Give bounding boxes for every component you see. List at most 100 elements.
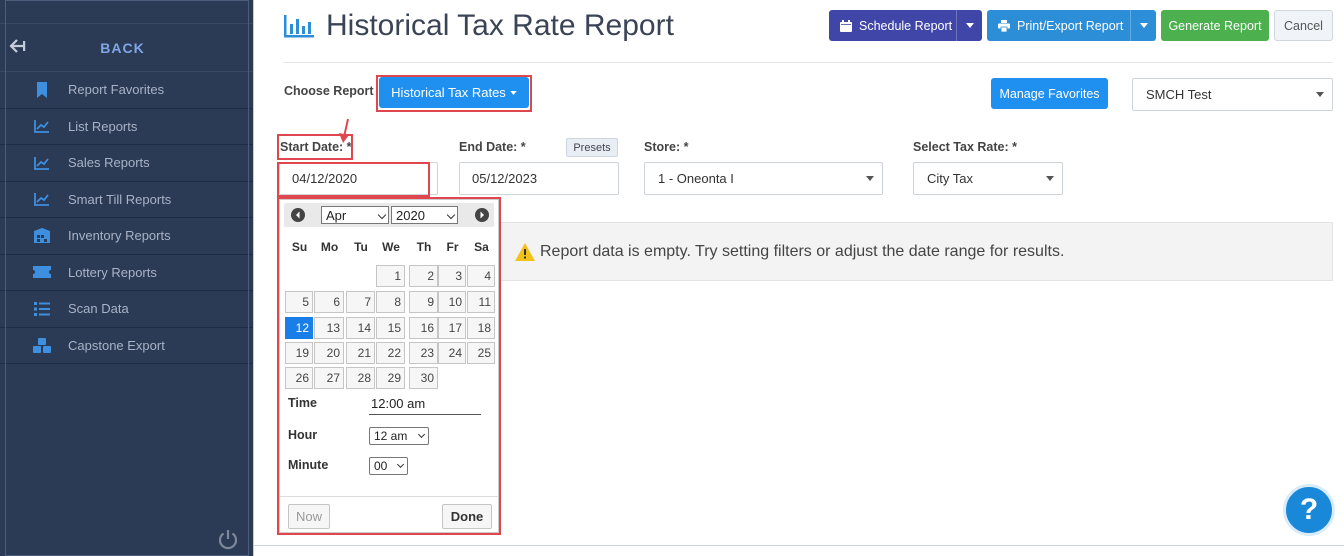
sidebar-item-capstone-export[interactable]: Capstone Export [0,328,253,364]
calendar-day[interactable]: 24 [438,342,466,364]
calendar-day[interactable]: 2 [409,265,438,287]
line-chart-icon [33,155,51,171]
bottom-divider [253,545,1344,546]
calendar-day[interactable]: 10 [438,291,466,313]
calendar-day[interactable]: 22 [376,342,405,364]
weekday-header: Sa [474,240,489,254]
calendar-day[interactable]: 1 [376,265,405,287]
sidebar-item-lottery-reports[interactable]: Lottery Reports [0,255,253,291]
year-select[interactable]: 2020 [391,206,458,224]
calendar-day[interactable]: 15 [376,317,405,339]
print-export-button[interactable]: Print/Export Report [987,10,1156,41]
datepicker-footer-divider [280,496,498,497]
calendar-day[interactable]: 7 [346,291,375,313]
tax-rate-label: Select Tax Rate: * [913,140,1017,154]
calendar-day[interactable]: 9 [409,291,438,313]
minute-label: Minute [288,458,329,472]
calendar-day[interactable]: 6 [314,291,344,313]
calendar-day[interactable]: 4 [467,265,495,287]
calendar-day[interactable]: 30 [409,367,438,389]
calendar-day[interactable]: 20 [314,342,344,364]
chevron-down-icon [377,210,387,220]
calendar-day[interactable]: 5 [285,291,313,313]
chevron-down-icon [417,430,426,439]
power-icon[interactable] [217,528,239,550]
print-dropdown-toggle[interactable] [1130,10,1156,41]
now-button[interactable]: Now [288,504,330,529]
warning-icon [515,242,535,261]
weekday-header: Fr [446,240,459,254]
sidebar-item-scan-data[interactable]: Scan Data [0,291,253,328]
weekday-header: Mo [320,240,339,254]
chevron-down-icon [396,460,405,469]
month-select[interactable]: Apr [321,206,389,224]
datepicker-popup: Apr 2020 Su Mo Tu We Th Fr Sa 1 2 3 4 5 6 7 8 9 10 11 12 13… [279,199,499,533]
minute-value: 00 [374,459,388,473]
caret-down-icon [510,90,517,95]
calendar-day[interactable]: 3 [438,265,466,287]
calendar-day-selected[interactable]: 12 [285,317,313,339]
year-value: 2020 [396,207,425,223]
caret-down-icon [1046,176,1054,181]
sidebar-item-label: Smart Till Reports [68,191,172,207]
calendar-day[interactable]: 18 [467,317,495,339]
calendar-day[interactable]: 23 [409,342,438,364]
calendar-day[interactable]: 17 [438,317,466,339]
schedule-dropdown-toggle[interactable] [956,10,982,41]
chevron-down-icon [446,210,456,220]
sidebar-item-sales-reports[interactable]: Sales Reports [0,145,253,182]
generate-report-button[interactable]: Generate Report [1161,10,1269,41]
help-button[interactable]: ? [1283,484,1335,536]
calendar-day[interactable]: 11 [467,291,495,313]
line-chart-icon [33,118,51,134]
calendar-day[interactable]: 19 [285,342,313,364]
caret-down-icon [866,176,874,181]
calendar-day[interactable]: 16 [409,317,438,339]
weekday-header: Th [416,240,432,254]
sidebar-item-label: Capstone Export [68,337,165,353]
back-button[interactable]: BACK [0,24,253,72]
print-export-label: Print/Export Report [1017,18,1124,33]
manage-favorites-button[interactable]: Manage Favorites [991,78,1108,109]
schedule-report-button[interactable]: Schedule Report [829,10,982,41]
prev-month-icon[interactable] [291,208,305,222]
start-date-input[interactable]: 04/12/2020 [279,162,438,195]
store-label: Store: * [644,140,689,154]
header-divider [283,62,1333,63]
calendar-day[interactable]: 29 [376,367,405,389]
tax-rate-select[interactable]: City Tax [913,162,1063,195]
empty-state-banner: Report data is empty. Try setting filter… [498,222,1333,281]
report-type-dropdown[interactable]: Historical Tax Rates [379,77,529,108]
calendar-day[interactable]: 14 [346,317,375,339]
sidebar-item-inventory-reports[interactable]: Inventory Reports [0,218,253,255]
store-select[interactable]: 1 - Oneonta I [644,162,883,195]
sidebar-item-label: Lottery Reports [68,264,157,280]
ticket-icon [33,264,51,280]
bookmark-icon [33,81,51,98]
sidebar: BACK Report Favorites List Reports Sales… [0,0,253,556]
calendar-day[interactable]: 26 [285,367,313,389]
warehouse-icon [33,228,51,244]
cancel-button[interactable]: Cancel [1274,10,1333,41]
done-button[interactable]: Done [442,504,492,529]
sidebar-item-report-favorites[interactable]: Report Favorites [0,72,253,109]
calendar-day[interactable]: 27 [314,367,344,389]
hour-label: Hour [288,428,318,442]
calendar-day[interactable]: 8 [376,291,405,313]
choose-report-label: Choose Report [284,84,374,98]
calendar-day[interactable]: 25 [467,342,495,364]
caret-down-icon [965,23,974,28]
sidebar-item-label: List Reports [68,118,138,134]
sidebar-item-list-reports[interactable]: List Reports [0,109,253,145]
end-date-input[interactable]: 05/12/2023 [459,162,619,195]
store-group-select[interactable]: SMCH Test [1132,78,1333,111]
sidebar-item-smart-till-reports[interactable]: Smart Till Reports [0,182,253,218]
calendar-day[interactable]: 13 [314,317,344,339]
next-month-icon[interactable] [475,208,489,222]
hour-select[interactable]: 12 am [369,427,429,445]
calendar-day[interactable]: 28 [346,367,375,389]
weekday-header: Su [291,240,308,254]
calendar-day[interactable]: 21 [346,342,375,364]
minute-select[interactable]: 00 [369,457,408,475]
presets-button[interactable]: Presets [566,138,618,157]
